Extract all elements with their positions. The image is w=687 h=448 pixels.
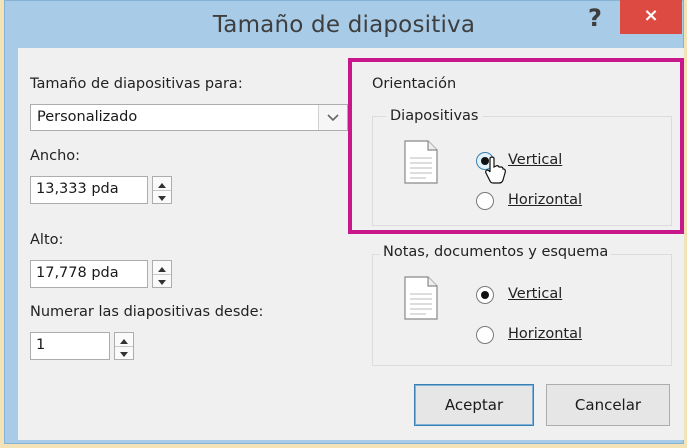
chevron-down-icon[interactable] xyxy=(318,105,347,130)
close-button[interactable]: × xyxy=(620,0,682,34)
notes-vertical-label[interactable]: Vertical xyxy=(508,286,562,302)
size-for-label-text: Tamaño de diapositivas para: xyxy=(30,76,243,92)
stepper-up-icon[interactable] xyxy=(153,177,171,191)
height-stepper[interactable] xyxy=(152,260,172,288)
number-from-stepper[interactable] xyxy=(114,332,134,360)
width-value: 13,333 pda xyxy=(36,181,119,197)
orientation-highlight-frame xyxy=(348,58,684,234)
ok-button[interactable]: Aceptar xyxy=(414,384,534,426)
width-label: Ancho: xyxy=(30,148,81,164)
stepper-down-icon[interactable] xyxy=(115,346,133,359)
notes-horizontal-label[interactable]: Horizontal xyxy=(508,326,582,342)
notes-horizontal-radio[interactable] xyxy=(476,326,494,344)
notes-group-title: Notas, documentos y esquema xyxy=(380,244,612,260)
number-from-value: 1 xyxy=(36,337,46,353)
size-for-value: Personalizado xyxy=(37,109,138,125)
stepper-up-icon[interactable] xyxy=(153,261,171,275)
height-field[interactable]: 17,778 pda xyxy=(30,260,148,288)
size-for-label: Tamaño de diapositivas para: xyxy=(30,76,243,92)
dialog-body: Tamaño de diapositivas para: Personaliza… xyxy=(18,48,684,440)
stepper-up-icon[interactable] xyxy=(115,333,133,347)
number-from-field[interactable]: 1 xyxy=(30,332,110,360)
width-field[interactable]: 13,333 pda xyxy=(30,176,148,204)
stepper-down-icon[interactable] xyxy=(153,274,171,287)
size-for-dropdown[interactable]: Personalizado xyxy=(30,104,348,131)
height-value: 17,778 pda xyxy=(36,265,119,281)
notes-vertical-radio[interactable] xyxy=(476,286,494,304)
number-from-label: Numerar las diapositivas desde: xyxy=(30,304,264,320)
stepper-down-icon[interactable] xyxy=(153,190,171,203)
page-portrait-icon xyxy=(404,276,438,324)
dialog-title: Tamaño de diapositiva xyxy=(212,12,476,38)
width-stepper[interactable] xyxy=(152,176,172,204)
height-label: Alto: xyxy=(30,232,64,248)
slide-size-dialog: Tamaño de diapositiva ? × Tamaño de diap… xyxy=(4,0,684,444)
cancel-button[interactable]: Cancelar xyxy=(546,384,670,426)
help-button[interactable]: ? xyxy=(588,4,602,32)
